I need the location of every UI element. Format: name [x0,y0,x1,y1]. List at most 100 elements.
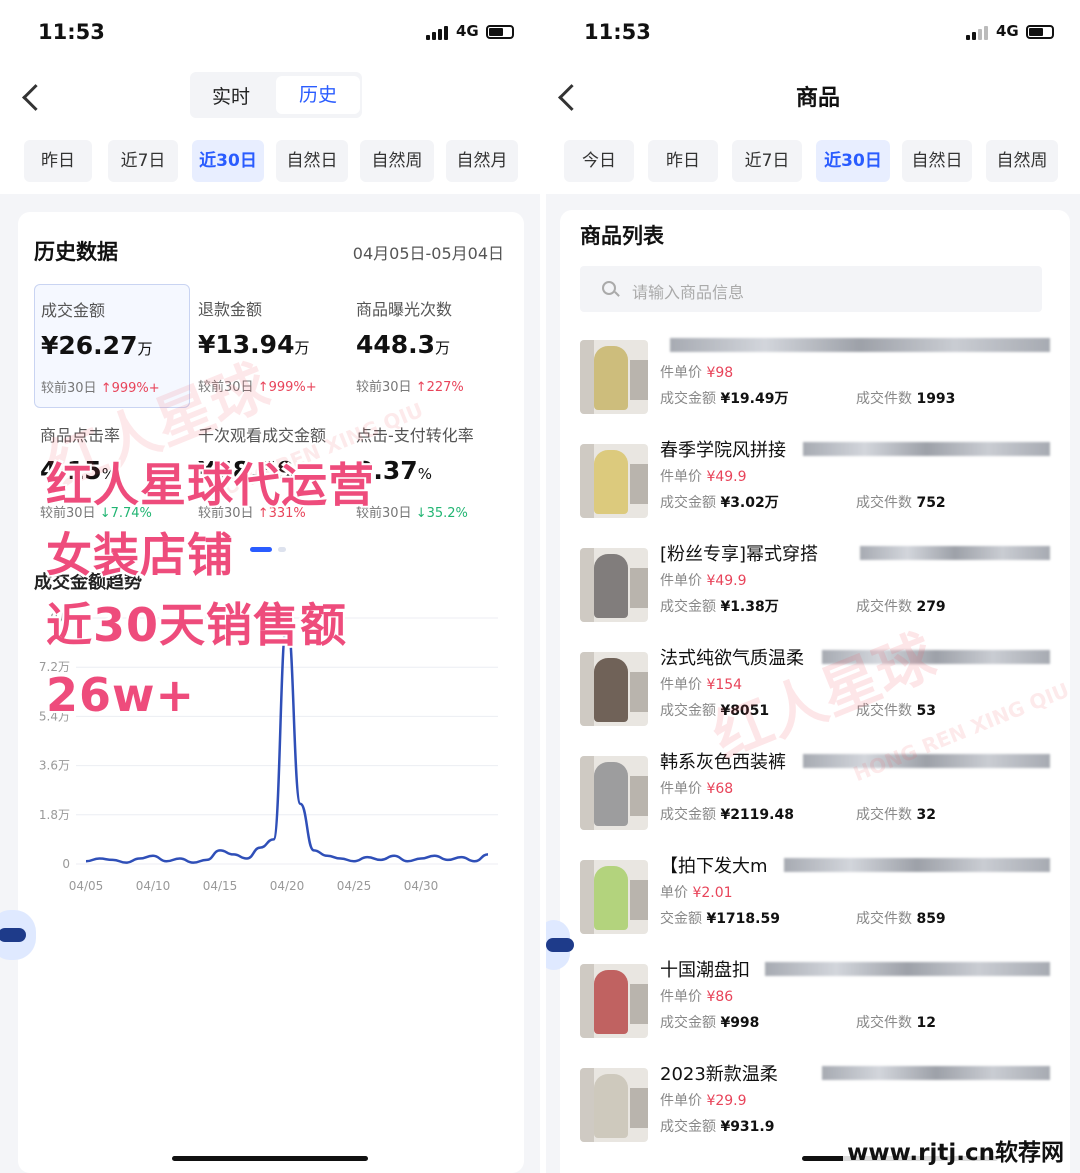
back-arrow-icon[interactable] [20,80,50,114]
data-point [272,838,275,841]
date-filter-yesterday[interactable]: 昨日 [648,140,718,182]
product-amount: 成交金额 ¥931.9 [660,1119,775,1135]
date-filter-natural-week[interactable]: 自然周 [986,140,1058,182]
data-point [205,858,208,861]
data-point [232,853,235,856]
y-tick-label: 0 [62,857,70,871]
battery-icon [1026,25,1054,39]
tab-realtime[interactable]: 实时 [212,82,250,109]
data-point [125,861,128,864]
product-row[interactable]: 十国潮盘扣 件单价 ¥86 成交金额 ¥998 成交件数 12 [580,956,1060,1052]
overlay-line: 近30天销售额 [46,598,348,652]
date-filter-30days[interactable]: 近30日 [816,140,890,182]
product-thumbnail [580,756,648,830]
data-point [487,853,490,856]
product-thumbnail [580,964,648,1038]
product-amount: 成交金额 ¥998 [660,1015,760,1031]
left-phone-screen: 11:53 4G 实时 历史 昨日 近7日 近30日 自然日 自然周 自然月 历… [0,0,540,1173]
date-filter-7days[interactable]: 近7日 [732,140,802,182]
redacted-text [784,858,1050,872]
redacted-text [803,442,1050,456]
data-point [406,860,409,863]
product-price: 单价 ¥2.01 [660,885,733,901]
data-point [446,858,449,861]
data-point [165,860,168,863]
data-point [420,857,423,860]
status-bar: 11:53 4G [0,0,540,64]
metric-label: 成交金额 [41,301,106,320]
product-thumbnail [580,340,648,414]
data-point [138,857,141,860]
product-list-title: 商品列表 [580,224,664,248]
date-filter-natural-month[interactable]: 自然月 [446,140,518,182]
date-filter-today[interactable]: 今日 [564,140,634,182]
back-arrow-icon[interactable] [556,80,586,114]
data-point [339,857,342,860]
status-bar: 11:53 4G [546,0,1080,64]
product-count: 成交件数 279 [856,599,946,615]
overlay-line: 女装店铺 [46,528,234,582]
data-point [379,858,382,861]
data-point [219,849,222,852]
data-point [460,856,463,859]
date-filter-30days[interactable]: 近30日 [192,140,264,182]
x-tick-label: 04/25 [337,879,372,893]
product-price: 件单价 ¥68 [660,781,734,797]
realtime-history-switch: 实时 历史 [190,72,362,118]
data-point [152,854,155,857]
tab-history[interactable]: 历史 [276,76,360,114]
data-point [299,802,302,805]
metric-exposure[interactable]: 商品曝光次数 448.3万 较前30日 ↑227% [350,284,506,408]
nav-bar: 商品 [546,64,1080,130]
site-watermark: www.rjtj.cn软荐网 [843,1133,1068,1167]
data-point [393,854,396,857]
redacted-text [765,962,1050,976]
date-filter-natural-day[interactable]: 自然日 [902,140,972,182]
metric-compare: 较前30日 ↑227% [356,380,464,395]
date-filter-natural-day[interactable]: 自然日 [276,140,348,182]
data-point [433,854,436,857]
page-title: 商品 [796,86,841,111]
metric-label: 商品曝光次数 [356,300,453,319]
data-point [192,861,195,864]
product-search-input[interactable]: 请输入商品信息 [580,266,1042,312]
data-point [178,857,181,860]
product-amount: 成交金额 ¥2119.48 [660,807,794,823]
x-tick-label: 04/30 [404,879,439,893]
data-point [98,857,101,860]
product-thumbnail [580,652,648,726]
data-point [85,860,88,863]
metric-value: ¥26.27万 [41,331,153,360]
product-amount: 成交金额 ¥1.38万 [660,599,779,615]
date-filter-natural-week[interactable]: 自然周 [360,140,434,182]
data-point [366,856,369,859]
date-range: 04月05日-05月04日 [352,244,504,263]
assistant-robot-icon[interactable] [546,920,574,970]
network-label: 4G [996,22,1019,40]
product-count: 成交件数 32 [856,807,936,823]
product-count: 成交件数 752 [856,495,946,511]
data-point [245,857,248,860]
x-tick-label: 04/10 [136,879,171,893]
date-filter-yesterday[interactable]: 昨日 [24,140,92,182]
data-point [473,860,476,863]
product-row[interactable]: 韩系灰色西装裤 件单价 ¥68 成交金额 ¥2119.48 成交件数 32 [580,748,1060,844]
x-tick-label: 04/20 [270,879,305,893]
product-count: 成交件数 12 [856,1015,936,1031]
redacted-text [670,338,1050,352]
home-indicator [172,1156,368,1161]
product-count: 成交件数 859 [856,911,946,927]
status-time: 11:53 [38,20,105,44]
y-tick-label: 1.8万 [39,808,70,822]
search-placeholder: 请输入商品信息 [632,283,745,302]
metric-label: 退款金额 [198,300,263,319]
product-amount: 成交金额 ¥3.02万 [660,495,779,511]
date-filter-7days[interactable]: 近7日 [108,140,178,182]
battery-icon [486,25,514,39]
product-row[interactable]: [粉丝专享]幂式穿搭 件单价 ¥49.9 成交金额 ¥1.38万 成交件数 279 [580,540,1060,636]
product-row[interactable]: 春季学院风拼接 件单价 ¥49.9 成交金额 ¥3.02万 成交件数 752 [580,436,1060,532]
right-phone-screen: 11:53 4G 商品 今日 昨日 近7日 近30日 自然日 自然周 商品列表 … [540,0,1080,1173]
date-filter-bar: 今日 昨日 近7日 近30日 自然日 自然周 [546,130,1080,194]
product-row[interactable]: 【拍下发大m 单价 ¥2.01 交金额 ¥1718.59 成交件数 859 [580,852,1060,948]
product-row[interactable]: 件单价 ¥98 成交金额 ¥19.49万 成交件数 1993 [580,332,1060,428]
